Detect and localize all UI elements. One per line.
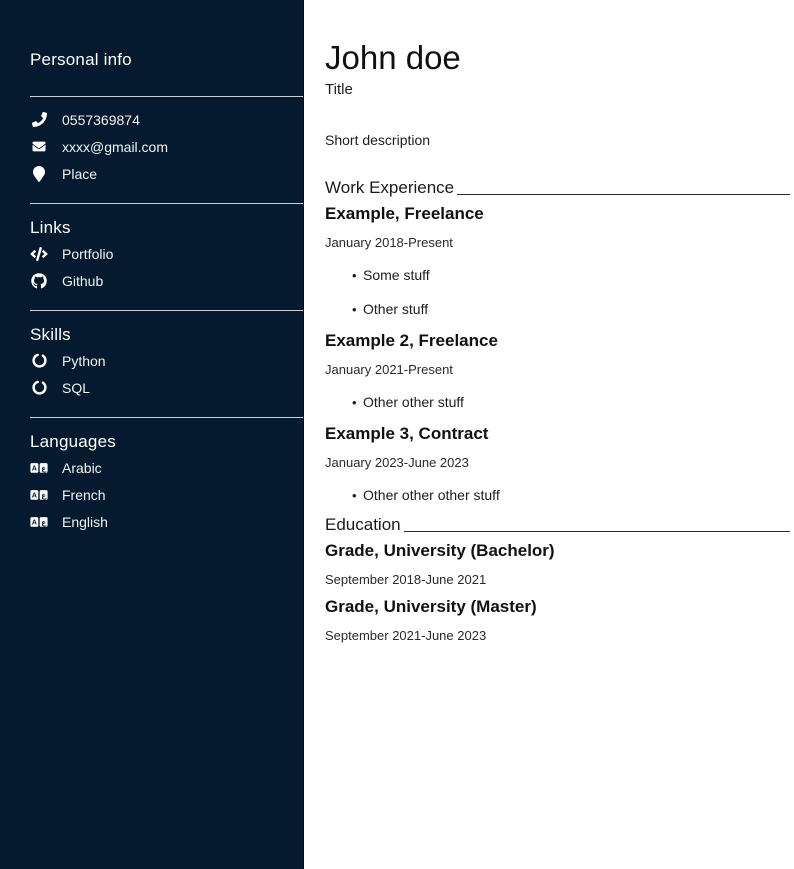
education-entry: Grade, University (Master) September 202… (325, 595, 790, 645)
bullet-text: Other stuff (363, 301, 428, 317)
envelope-icon (30, 140, 48, 153)
education-heading: Education (325, 513, 401, 537)
personal-info-list: 0557369874 xxxx@gmail.com Place (0, 106, 303, 187)
divider (30, 203, 303, 204)
person-job-title: Title (325, 80, 790, 100)
experience-entry: Example 3, Contract January 2023-June 20… (325, 422, 790, 505)
bullet-item: •Other other other stuff (325, 486, 790, 505)
languages-list: Aع Arabic Aع French Aع English (0, 454, 303, 535)
section-heading-row: Education (325, 513, 790, 537)
language-row: Aع Arabic (0, 454, 303, 481)
language-row: Aع French (0, 481, 303, 508)
education-entry: Grade, University (Bachelor) September 2… (325, 539, 790, 589)
experience-entry: Example, Freelance January 2018-Present … (325, 202, 790, 319)
circle-notch-icon (30, 353, 48, 368)
language-label: French (62, 487, 106, 503)
entry-title: Example, Freelance (325, 202, 790, 226)
language-icon: Aع (30, 461, 48, 475)
language-row: Aع English (0, 508, 303, 535)
email-address: xxxx@gmail.com (62, 139, 168, 155)
entry-date: January 2018-Present (325, 234, 790, 252)
personal-info-title: Personal info (30, 48, 303, 72)
skill-row: SQL (0, 374, 303, 401)
entry-bullets: •Other other other stuff (325, 486, 790, 505)
entry-title: Example 2, Freelance (325, 329, 790, 353)
sidebar-section-skills: Skills Python SQL (0, 310, 303, 401)
github-label: Github (62, 273, 103, 289)
phone-number: 0557369874 (62, 112, 140, 128)
heading-rule (404, 531, 790, 532)
education-section: Education Grade, University (Bachelor) S… (325, 513, 790, 645)
divider (30, 417, 303, 418)
sidebar-section-links: Links Portfolio Github (0, 203, 303, 294)
entry-title: Grade, University (Master) (325, 595, 790, 619)
person-name: John doe (325, 36, 790, 80)
location-pin-icon (30, 166, 48, 182)
bullet-text: Other other other stuff (363, 487, 500, 503)
bullet-icon: • (352, 487, 363, 505)
location-label: Place (62, 166, 97, 182)
bullet-icon: • (352, 301, 363, 319)
divider (30, 310, 303, 311)
bullet-item: •Other stuff (325, 300, 790, 319)
resume-body: John doe Title Short description Work Ex… (304, 0, 794, 869)
skill-row: Python (0, 347, 303, 374)
portfolio-label: Portfolio (62, 246, 113, 262)
phone-icon (30, 112, 48, 127)
skills-list: Python SQL (0, 347, 303, 401)
bullet-icon: • (352, 267, 363, 285)
work-experience-heading: Work Experience (325, 176, 454, 200)
sidebar: Personal info 0557369874 xxxx@gmail.com (0, 0, 304, 869)
svg-text:A: A (32, 491, 37, 499)
language-icon: Aع (30, 488, 48, 502)
github-link[interactable]: Github (0, 267, 303, 294)
skill-label: Python (62, 353, 106, 369)
bullet-text: Other other stuff (363, 394, 464, 410)
location-row: Place (0, 160, 303, 187)
bullet-text: Some stuff (363, 267, 430, 283)
phone-row: 0557369874 (0, 106, 303, 133)
bullet-icon: • (352, 394, 363, 412)
email-row[interactable]: xxxx@gmail.com (0, 133, 303, 160)
svg-text:A: A (32, 464, 37, 472)
entry-date: January 2021-Present (325, 361, 790, 379)
language-label: English (62, 514, 108, 530)
entry-bullets: •Some stuff •Other stuff (325, 266, 790, 319)
skills-title: Skills (30, 323, 303, 347)
short-description: Short description (325, 130, 790, 150)
bullet-item: •Other other stuff (325, 393, 790, 412)
entry-title: Example 3, Contract (325, 422, 790, 446)
entry-title: Grade, University (Bachelor) (325, 539, 790, 563)
entry-date: September 2021-June 2023 (325, 627, 790, 645)
circle-notch-icon (30, 380, 48, 395)
experience-entry: Example 2, Freelance January 2021-Presen… (325, 329, 790, 412)
links-title: Links (30, 216, 303, 240)
work-experience-section: Work Experience Example, Freelance Janua… (325, 176, 790, 505)
github-icon (30, 273, 48, 289)
divider (30, 96, 303, 97)
entry-date: September 2018-June 2021 (325, 571, 790, 589)
svg-text:A: A (32, 518, 37, 526)
links-list: Portfolio Github (0, 240, 303, 294)
portfolio-link[interactable]: Portfolio (0, 240, 303, 267)
sidebar-section-personal-info: Personal info 0557369874 xxxx@gmail.com (0, 48, 303, 187)
bullet-item: •Some stuff (325, 266, 790, 285)
languages-title: Languages (30, 430, 303, 454)
section-heading-row: Work Experience (325, 176, 790, 200)
resume-page: Personal info 0557369874 xxxx@gmail.com (0, 0, 794, 869)
sidebar-section-languages: Languages Aع Arabic Aع French Aع (0, 417, 303, 535)
language-label: Arabic (62, 460, 102, 476)
language-icon: Aع (30, 515, 48, 529)
heading-rule (457, 194, 790, 195)
skill-label: SQL (62, 380, 90, 396)
code-icon (30, 247, 48, 261)
entry-bullets: •Other other stuff (325, 393, 790, 412)
entry-date: January 2023-June 2023 (325, 454, 790, 472)
